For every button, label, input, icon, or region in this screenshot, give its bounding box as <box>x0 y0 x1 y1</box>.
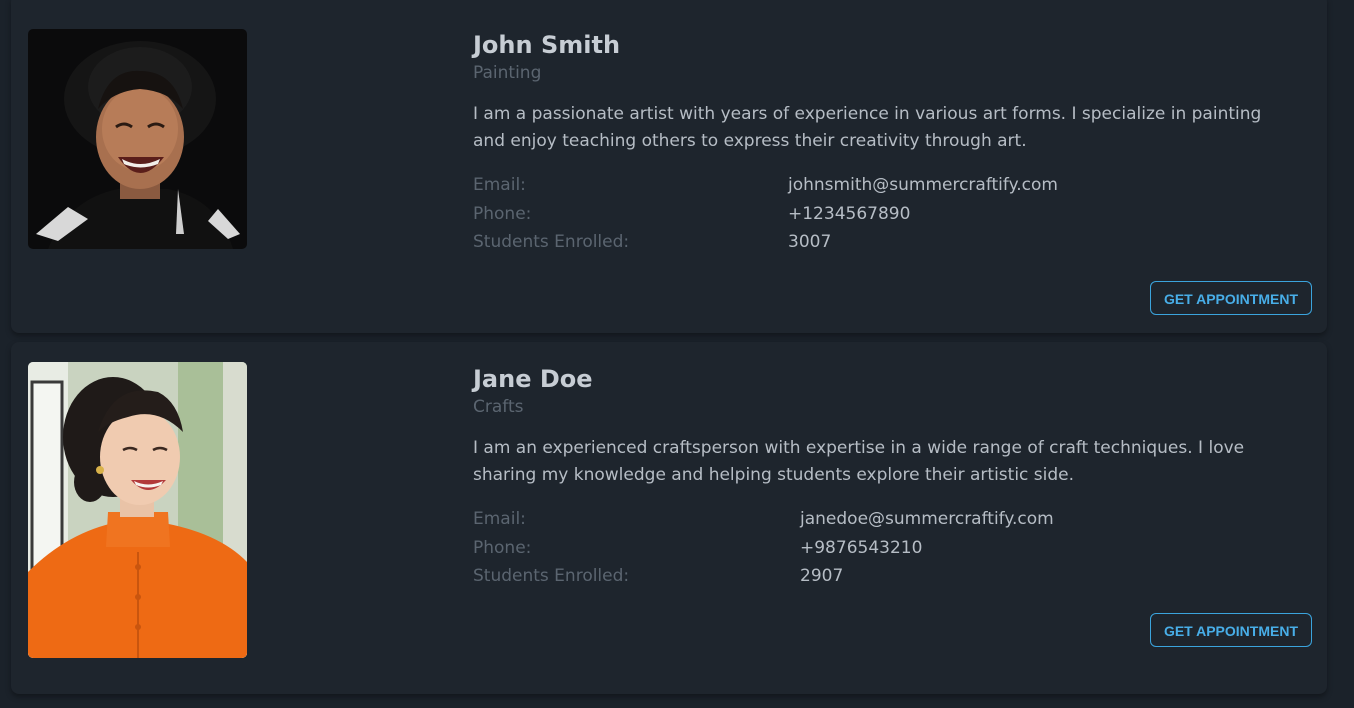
instructor-info: Jane Doe Crafts I am an experienced craf… <box>473 364 1311 591</box>
email-label: Email: <box>473 175 526 196</box>
get-appointment-button[interactable]: GET APPOINTMENT <box>1149 281 1312 315</box>
instructor-photo <box>28 29 247 249</box>
contact-details: Email: janedoe@summercraftify.com Phone:… <box>473 505 1311 591</box>
instructor-card: Jane Doe Crafts I am an experienced craf… <box>11 342 1327 694</box>
email-value: johnsmith@summercraftify.com <box>788 175 1058 196</box>
students-row: Students Enrolled: 3007 <box>473 228 1311 257</box>
students-value: 2907 <box>800 566 844 587</box>
instructor-card: John Smith Painting I am a passionate ar… <box>11 0 1327 333</box>
phone-label: Phone: <box>473 203 532 224</box>
get-appointment-button[interactable]: GET APPOINTMENT <box>1149 613 1312 647</box>
students-label: Students Enrolled: <box>473 232 630 253</box>
email-value: janedoe@summercraftify.com <box>800 509 1054 530</box>
students-value: 3007 <box>788 232 832 253</box>
instructor-info: John Smith Painting I am a passionate ar… <box>473 30 1311 257</box>
instructor-bio: I am an experienced craftsperson with ex… <box>473 438 1245 485</box>
instructor-specialty: Crafts <box>473 397 524 417</box>
instructors-page: John Smith Painting I am a passionate ar… <box>0 0 1354 708</box>
phone-value: +1234567890 <box>788 203 911 224</box>
students-row: Students Enrolled: 2907 <box>473 562 1311 591</box>
instructor-photo <box>28 362 247 658</box>
students-label: Students Enrolled: <box>473 566 630 587</box>
email-label: Email: <box>473 509 526 530</box>
contact-details: Email: johnsmith@summercraftify.com Phon… <box>473 171 1311 257</box>
instructor-name: Jane Doe <box>473 365 593 393</box>
phone-label: Phone: <box>473 537 532 558</box>
phone-row: Phone: +1234567890 <box>473 200 1311 229</box>
phone-value: +9876543210 <box>800 537 923 558</box>
instructor-bio: I am a passionate artist with years of e… <box>473 104 1262 151</box>
instructor-name: John Smith <box>473 31 621 59</box>
instructor-specialty: Painting <box>473 63 542 83</box>
email-row: Email: janedoe@summercraftify.com <box>473 505 1311 534</box>
email-row: Email: johnsmith@summercraftify.com <box>473 171 1311 200</box>
phone-row: Phone: +9876543210 <box>473 534 1311 563</box>
